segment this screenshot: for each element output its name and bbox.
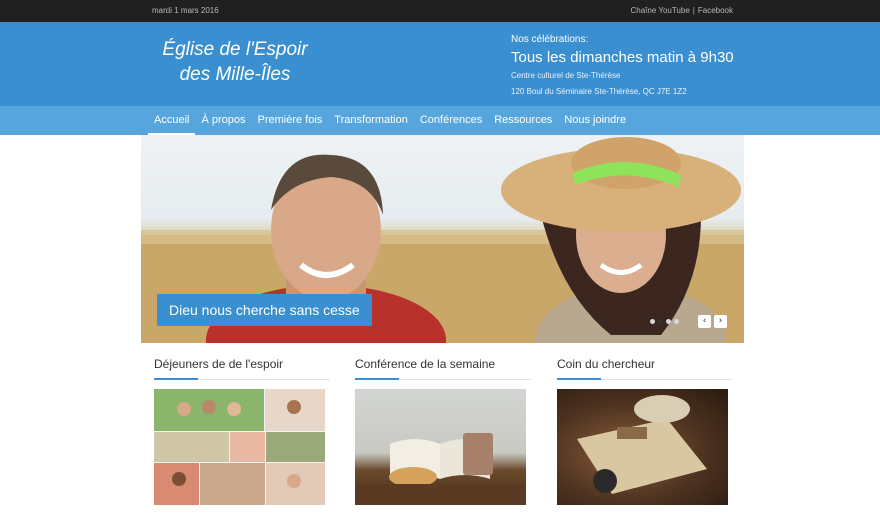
hero-slider[interactable]: Dieu nous cherche sans cesse ‹ › [141,135,744,343]
site-logo[interactable]: Église de l'Espoir des Mille-Îles [150,37,320,87]
slider-arrows: ‹ › [698,315,727,328]
slider-dot[interactable] [674,319,679,324]
column-title[interactable]: Coin du chercheur [557,357,733,380]
bible-bread-illustration [355,433,526,505]
nav-item-ressources[interactable]: Ressources [488,106,558,135]
dejeuners-collage [154,389,325,505]
chevron-right-icon[interactable]: › [714,315,727,328]
slider-dot-active[interactable] [658,319,663,324]
nav-item-transformation[interactable]: Transformation [328,106,414,135]
social-links: Chaîne YouTube | Facebook [630,6,733,15]
celebrations-label: Nos célébrations: [511,34,589,45]
main-nav: Accueil À propos Première fois Transform… [0,106,880,135]
column-title[interactable]: Déjeuners de de l'espoir [154,357,330,380]
chercheur-image[interactable] [557,389,728,505]
explorer-illustration [577,395,707,494]
link-separator: | [692,6,695,15]
celebrations-time: Tous les dimanches matin à 9h30 [511,49,734,66]
logo-line-2: des Mille-Îles [179,64,291,85]
dejeuners-image[interactable] [154,389,325,505]
nav-item-nous-joindre[interactable]: Nous joindre [558,106,632,135]
slider-dots [650,319,679,324]
column-title[interactable]: Conférence de la semaine [355,357,531,380]
celebrations-address: 120 Boul du Séminaire Ste-Thérèse, QC J7… [511,87,687,96]
nav-item-conferences[interactable]: Conférences [414,106,488,135]
conference-image[interactable] [355,389,526,505]
nav-item-premiere-fois[interactable]: Première fois [252,106,329,135]
youtube-link[interactable]: Chaîne YouTube [630,6,689,15]
slider-dot[interactable] [650,319,655,324]
column-dejeuners: Déjeuners de de l'espoir [154,357,330,505]
nav-item-accueil[interactable]: Accueil [148,106,196,135]
column-conference: Conférence de la semaine [355,357,531,505]
celebrations-venue: Centre culturel de Ste-Thérèse [511,71,621,80]
chevron-left-icon[interactable]: ‹ [698,315,711,328]
slider-dot[interactable] [666,319,671,324]
celebrations-info: Nos célébrations: Tous les dimanches mat… [511,34,734,96]
column-chercheur: Coin du chercheur [557,357,733,505]
logo-line-1: Église de l'Espoir [162,39,308,60]
current-date: mardi 1 mars 2016 [152,6,219,15]
facebook-link[interactable]: Facebook [698,6,733,15]
hero-caption[interactable]: Dieu nous cherche sans cesse [157,294,372,326]
site-header: Église de l'Espoir des Mille-Îles Nos cé… [0,22,880,106]
top-bar: mardi 1 mars 2016 Chaîne YouTube | Faceboo… [0,0,880,22]
nav-item-a-propos[interactable]: À propos [195,106,251,135]
